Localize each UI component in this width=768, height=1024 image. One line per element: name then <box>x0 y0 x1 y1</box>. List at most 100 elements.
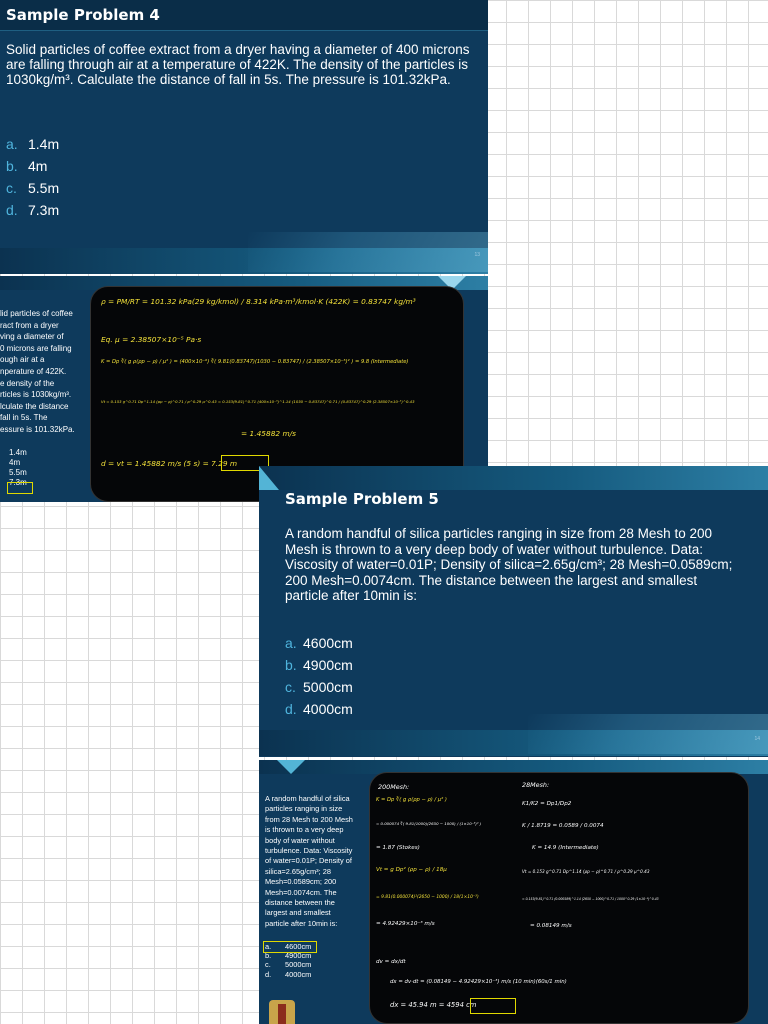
choice-b: b. 4m <box>6 155 59 177</box>
choice-c: c. 5000cm <box>285 676 353 698</box>
problem-line: fall in 5s. The <box>0 413 48 423</box>
problem-line: of water=0.01P; Density of <box>265 856 352 866</box>
choice-letter: d. <box>6 202 18 218</box>
ink-line: Vt = g Dp² (ρp − ρ) / 18μ <box>376 867 447 873</box>
choice-letter: b. <box>285 657 297 673</box>
slide-decoration <box>528 714 768 754</box>
problem-line: A random handful of silica <box>265 794 350 803</box>
ink-distance-line: d = vt = 1.45882 m/s (5 s) = 7.29 m <box>101 459 238 468</box>
choice-letter: d. <box>265 969 272 979</box>
slide-top-band <box>259 466 768 490</box>
ink-heading: 28Mesh: <box>522 781 550 789</box>
triangle-marker-icon <box>277 760 305 774</box>
choice-text: 4m <box>28 158 48 174</box>
problem-line: essure is 101.32kPa. <box>0 424 75 434</box>
slide-sample-problem-5: Sample Problem 5 A random handful of sil… <box>259 466 768 757</box>
answer-choices: a. 4600cm b. 4900cm c. 5000cm d. 4000cm <box>285 632 353 720</box>
ink-heading: 200Mesh: <box>378 783 410 791</box>
problem-line: nperature of 422K. <box>0 366 67 376</box>
ink-viscosity-line: Eq. μ = 2.38507×10⁻⁵ Pa·s <box>101 335 202 344</box>
choice-text: 5000cm <box>285 960 312 970</box>
problem-line: largest and smallest <box>265 908 331 918</box>
triangle-marker-icon <box>259 466 279 490</box>
selected-answer-highlight <box>263 941 317 953</box>
choice-d: d. 7.3m <box>6 199 59 221</box>
ink-line: K1/K2 = Dp1/Dp2 <box>522 801 572 807</box>
slide-decoration <box>248 232 488 272</box>
choice-letter: d. <box>285 701 297 717</box>
problem-line: body of water without <box>265 835 335 845</box>
choice-text: 1.4m <box>28 136 60 152</box>
ink-line: = 0.08149 m/s <box>530 923 572 929</box>
ink-line: = 0.153(9.81)^0.71 (0.000589)^1.14 (2650… <box>522 897 659 901</box>
problem-line: particles ranging in size <box>265 804 343 814</box>
choice-text: 5000cm <box>303 679 353 695</box>
slide-solution-5: A random handful of silica particles ran… <box>259 760 768 1024</box>
choice-b: b. 4900cm <box>285 654 353 676</box>
page-number: 14 <box>754 736 760 742</box>
ink-line: = 1.87 (Stokes) <box>376 845 420 851</box>
problem-text: A random handful of silica particles ran… <box>285 526 733 603</box>
ink-line: dx = 45.94 m = 4594 cm <box>390 1001 477 1009</box>
problem-text-column: lid particles of coffee ract from a drye… <box>0 308 92 436</box>
ink-line: = 0.000074 ∛( 9.81(1000)(2650 − 1000) / … <box>376 821 482 826</box>
choice-d: d. 4000cm <box>285 698 353 720</box>
logo-icon <box>269 1000 295 1024</box>
slide-sample-problem-4: Sample Problem 4 Solid particles of coff… <box>0 0 488 274</box>
ink-k-factor-line: K = Dp ∛( g ρ(ρp − ρ) / μ² ) = (400×10⁻⁶… <box>101 359 409 365</box>
problem-line: particle after 10min is: <box>265 918 338 928</box>
ink-velocity-line: Vt = 0.153 g^0.71 Dp^1.14 (ρp − ρ)^0.71 … <box>101 399 415 404</box>
ink-line: K = 14.9 (Intermediate) <box>532 845 599 851</box>
problem-line: Mesh=0.0589cm; 200 <box>265 877 337 887</box>
problem-line: ving a diameter of <box>0 332 64 342</box>
problem-line: e density of the <box>0 378 55 388</box>
problem-line: ract from a dryer <box>0 320 59 330</box>
slide-title: Sample Problem 4 <box>6 6 160 24</box>
choice-c: c. 5000cm <box>265 960 311 969</box>
selected-answer-highlight <box>7 482 33 494</box>
problem-line: turbulence. Data: Viscosity <box>265 846 353 856</box>
choice-text: 5.5m <box>28 180 60 196</box>
choice-d: d. 4000cm <box>265 970 311 979</box>
problem-text-column: A random handful of silica particles ran… <box>265 794 369 929</box>
choice-a: a. 4600cm <box>285 632 353 654</box>
choice-a: a. 1.4m <box>6 133 59 155</box>
choice-c: c. 5.5m <box>6 177 59 199</box>
boxed-answer <box>470 998 516 1014</box>
ink-line: = 9.81(0.000074)²(2650 − 1000) / 18(1×10… <box>376 895 479 900</box>
ink-line: = 4.92429×10⁻³ m/s <box>376 921 435 927</box>
problem-line: Mesh=0.0074cm. The <box>265 887 337 897</box>
choice-text: 1.4m <box>9 448 27 457</box>
problem-text: Solid particles of coffee extract from a… <box>6 42 470 87</box>
choice-letter: a. <box>285 635 297 651</box>
ink-line: Vt = 0.153 g^0.71 Dp^1.14 (ρp − ρ)^0.71 … <box>522 869 650 874</box>
slide-title: Sample Problem 5 <box>285 490 439 508</box>
problem-line: distance between the <box>265 898 335 908</box>
problem-line: is thrown to a very deep <box>265 825 344 835</box>
choice-letter: c. <box>6 180 17 196</box>
choice-text: 7.3m <box>28 202 60 218</box>
handwritten-solution-board: 200Mesh: K = Dp ∛( g ρ(ρp − ρ) / μ² ) = … <box>369 772 749 1024</box>
problem-line: rticles is 1030kg/m³. <box>0 390 72 400</box>
choice-text: 4000cm <box>285 969 312 979</box>
choice-letter: c. <box>285 679 296 695</box>
problem-line: silica=2.65g/cm³; 28 <box>265 866 331 876</box>
problem-line: ough air at a <box>0 355 45 365</box>
problem-line: 0 microns are falling <box>0 343 72 353</box>
answer-choices: a. 1.4m b. 4m c. 5.5m d. 7.3m <box>6 133 59 221</box>
ink-line: K = Dp ∛( g ρ(ρp − ρ) / μ² ) <box>376 797 447 803</box>
page-number: 13 <box>474 252 480 258</box>
ink-line: dv = dx/dt <box>376 959 406 965</box>
choice-text: 4000cm <box>303 701 353 717</box>
choice-text: 4600cm <box>303 635 353 651</box>
problem-line: lid particles of coffee <box>0 309 73 318</box>
ink-velocity-result: = 1.45882 m/s <box>241 429 296 438</box>
choice-text: 5.5m <box>9 468 27 477</box>
choice-letter: b. <box>6 158 18 174</box>
choice-letter: c. <box>265 960 271 970</box>
choice-letter: a. <box>6 136 18 152</box>
problem-line: lculate the distance <box>0 401 69 411</box>
ink-line: K / 1.8719 = 0.0589 / 0.0074 <box>522 823 604 829</box>
ink-line: dx = dv·dt = (0.08149 − 4.92429×10⁻³) m/… <box>390 979 567 985</box>
choice-text: 4900cm <box>303 657 353 673</box>
